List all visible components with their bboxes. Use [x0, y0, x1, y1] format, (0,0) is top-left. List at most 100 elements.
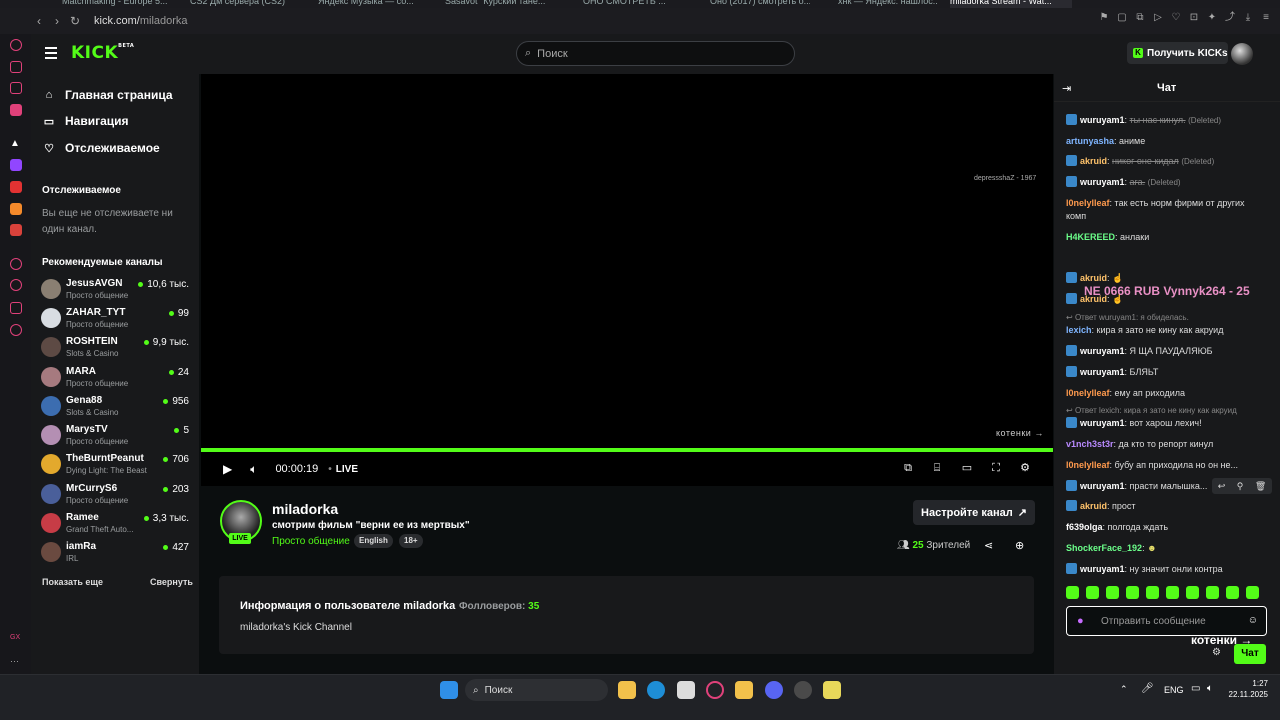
twitch-icon[interactable] — [10, 159, 22, 171]
nav-following[interactable]: ♡ Отслеживаемое — [43, 139, 160, 157]
chat-username[interactable]: wuruyam1 — [1080, 418, 1125, 428]
avatar[interactable] — [1231, 43, 1253, 65]
chat-username[interactable]: artunyasha — [1066, 136, 1114, 146]
emoji-icon[interactable]: ☺ — [1248, 615, 1258, 626]
reply-icon[interactable]: ↩ — [1218, 481, 1226, 492]
browser-tab[interactable]: Matchmaking - Europe 5... — [62, 0, 174, 8]
clock[interactable]: 1:27 22.11.2025 — [1224, 678, 1268, 700]
play-icon[interactable]: ▷ — [1152, 12, 1164, 24]
gx-icon[interactable]: GX — [10, 634, 22, 646]
browser-tab[interactable]: Яндекс Музыка — со... — [318, 0, 426, 8]
chat-username[interactable]: v1nch3st3r — [1066, 439, 1114, 449]
collapse-chat-icon[interactable]: ⇥ — [1062, 82, 1071, 95]
pip-icon[interactable]: ⧉ — [1134, 12, 1146, 24]
collapse-link[interactable]: Свернуть — [150, 577, 193, 587]
windows-start-icon[interactable] — [440, 681, 458, 699]
chat-message[interactable]: v1nch3st3r: да кто то репорт кинул — [1066, 438, 1266, 451]
volume-icon[interactable]: 🔈︎ — [1207, 683, 1213, 694]
chat-settings-icon[interactable]: ⚙ — [1212, 647, 1221, 658]
bookmark-icon[interactable]: ⚑ — [1098, 12, 1110, 24]
browser-tab[interactable]: Оно (2017) смотреть о... — [710, 0, 810, 8]
kick-icon[interactable]: ▲ — [10, 138, 22, 150]
volume-icon[interactable]: 🔈︎ — [250, 462, 257, 477]
menu-icon[interactable]: ≡ — [1260, 12, 1272, 24]
chat-input[interactable]: ● Отправить сообщение ☺ — [1066, 606, 1267, 636]
microphone-icon[interactable]: 🎤︎ — [1141, 683, 1154, 694]
browser-tab[interactable]: CS2 Дм сервера (CS2) — [190, 0, 300, 8]
settings-icon[interactable] — [10, 324, 22, 336]
emote-icon[interactable] — [1066, 586, 1079, 599]
chat-username[interactable]: H4KEREED — [1066, 232, 1115, 242]
pip-icon[interactable]: ⧉ — [901, 461, 915, 475]
chat-message[interactable]: wuruyam1: ага. (Deleted) — [1066, 176, 1266, 189]
steam-icon[interactable] — [794, 681, 812, 699]
chat-username[interactable]: akruid — [1080, 273, 1107, 283]
reload-icon[interactable]: ↻ — [66, 12, 84, 30]
chat-message[interactable]: l0nelylleaf: ему ап риходила — [1066, 387, 1266, 400]
nav-browse[interactable]: ▭ Навигация — [43, 112, 129, 130]
channel-item[interactable]: TheBurntPeanut Dying Light: The Beast 706 — [41, 452, 189, 480]
kick-logo[interactable]: KICKBETA — [71, 43, 134, 63]
chat-message[interactable]: wuruyam1: ты нас кинул. (Deleted) — [1066, 114, 1266, 127]
chat-username[interactable]: f639olga — [1066, 522, 1103, 532]
channel-item[interactable]: MrCurryS6 Просто общение 203 — [41, 482, 189, 510]
extensions-icon[interactable] — [10, 302, 22, 314]
video-player[interactable]: depressshaZ - 1967 котенки → — [201, 74, 1053, 486]
chat-username[interactable]: l0nelylleaf — [1066, 460, 1110, 470]
clip-icon[interactable]: ⌸ — [930, 461, 944, 475]
hamburger-icon[interactable] — [45, 47, 57, 59]
download-icon[interactable]: ⤓ — [1242, 12, 1254, 24]
tab-icon[interactable]: ▢ — [1116, 12, 1128, 24]
chat-message[interactable]: ShockerFace_192: ☻ — [1066, 542, 1266, 555]
app-icon[interactable] — [10, 203, 22, 215]
browser-tab[interactable]: ОНО СМОТРЕТЬ ... — [583, 0, 683, 8]
language-indicator[interactable]: ENG — [1164, 685, 1184, 695]
chat-username[interactable]: akruid — [1080, 501, 1107, 511]
chat-username[interactable]: akruid — [1080, 156, 1107, 166]
pin-icon[interactable]: ⚲ — [1237, 481, 1244, 492]
chat-message[interactable]: wuruyam1: БЛЯЬТ — [1066, 366, 1266, 379]
channel-item[interactable]: ZAHAR_TYT Просто общение 99 — [41, 306, 189, 334]
aria-icon[interactable] — [10, 39, 22, 51]
emote-icon[interactable] — [1186, 586, 1199, 599]
search-input[interactable]: ⌕ Поиск — [516, 41, 795, 66]
forward-icon[interactable]: › — [48, 12, 66, 30]
channel-item[interactable]: MarysTV Просто общение 5 — [41, 423, 189, 451]
emote-icon[interactable] — [1126, 586, 1139, 599]
channel-item[interactable]: JesusAVGN Просто общение 10,6 тыс. — [41, 277, 189, 305]
chat-message[interactable]: akruid: прост — [1066, 500, 1266, 513]
tag-language[interactable]: English — [354, 534, 393, 548]
stream-category[interactable]: Просто общение — [272, 536, 350, 547]
emote-icon[interactable] — [1206, 586, 1219, 599]
edge-icon[interactable] — [647, 681, 665, 699]
chevron-up-icon[interactable]: ⌃ — [1120, 684, 1128, 695]
send-chat-button[interactable]: Чат — [1234, 644, 1266, 664]
emote-icon[interactable] — [1226, 586, 1239, 599]
chat-username[interactable]: wuruyam1 — [1080, 177, 1125, 187]
chat-message[interactable]: l0nelylleaf: так есть норм фирми от друг… — [1066, 197, 1266, 223]
chat-username[interactable]: wuruyam1 — [1080, 346, 1125, 356]
chat-username[interactable]: wuruyam1 — [1080, 481, 1125, 491]
chat-message[interactable]: wuruyam1: вот харош лехич! — [1066, 417, 1266, 430]
share-icon[interactable]: ⋖ — [984, 539, 993, 552]
add-user-icon[interactable]: ⊕ — [1015, 539, 1024, 552]
channel-item[interactable]: ROSHTEIN Slots & Casino 9,9 тыс. — [41, 335, 189, 363]
microphone-icon[interactable]: ● — [1077, 615, 1084, 627]
browser-tab[interactable]: хнк — Яндекс: нашлос... — [838, 0, 938, 8]
chat-username[interactable]: wuruyam1 — [1080, 564, 1125, 574]
chat-username[interactable]: l0nelylleaf — [1066, 198, 1110, 208]
url-field[interactable]: kick.com/miladorka — [94, 15, 188, 27]
chat-username[interactable]: wuruyam1 — [1080, 115, 1125, 125]
emote-icon[interactable] — [1166, 586, 1179, 599]
discord-icon[interactable] — [765, 681, 783, 699]
chat-message[interactable]: l0nelylleaf: бубу ап приходила но он не.… — [1066, 459, 1266, 472]
chat-username[interactable]: wuruyam1 — [1080, 367, 1125, 377]
more-icon[interactable]: ··· — [10, 656, 22, 668]
chat-message[interactable]: wuruyam1: Я ЩА ПАУДАЛЯЮБ — [1066, 345, 1266, 358]
chat-message[interactable]: lexich: кира я зато не кину как акруид — [1066, 324, 1266, 337]
channel-name[interactable]: miladorka — [272, 501, 338, 517]
fullscreen-icon[interactable]: ⛶ — [989, 461, 1003, 475]
channel-item[interactable]: Ramee Grand Theft Auto... 3,3 тыс. — [41, 511, 189, 539]
pictures-icon[interactable] — [10, 82, 22, 94]
chat-message[interactable]: akruid: никог оне кидал (Deleted) — [1066, 155, 1266, 168]
